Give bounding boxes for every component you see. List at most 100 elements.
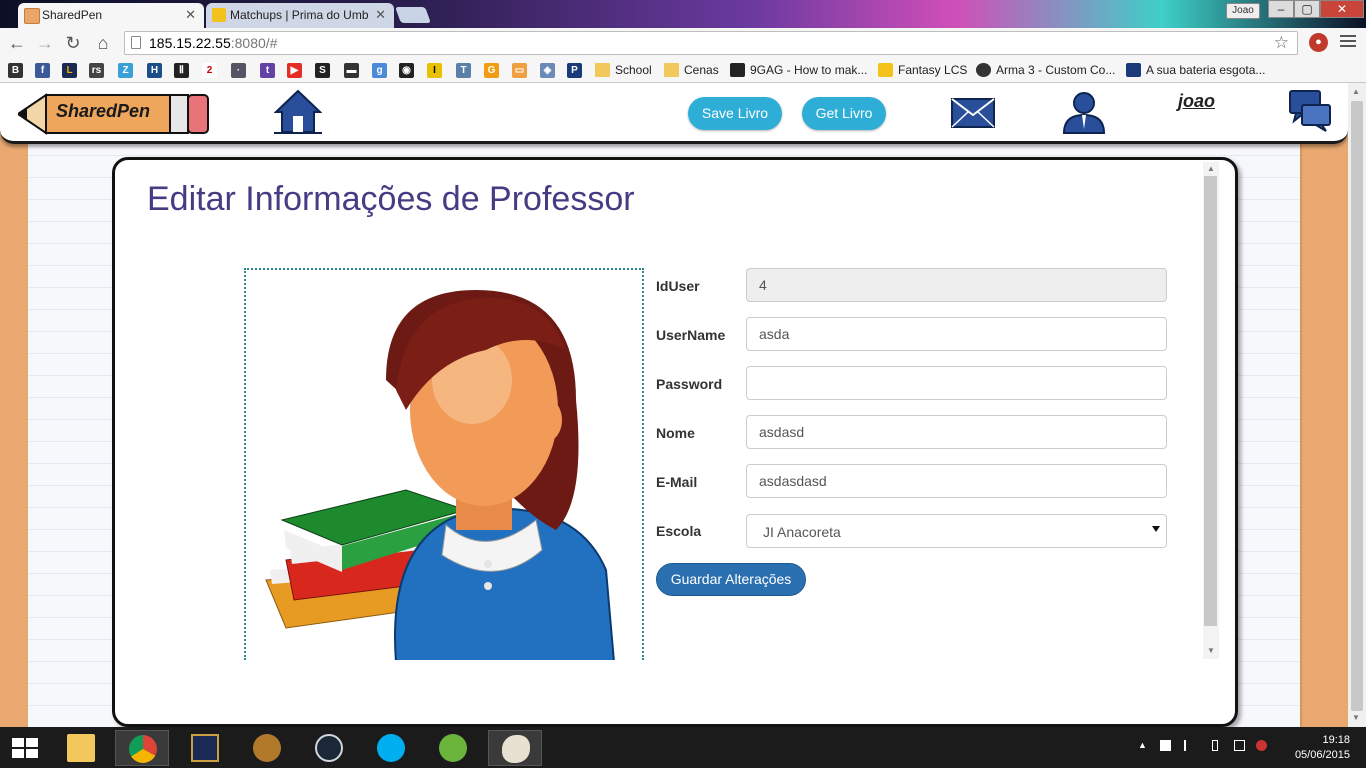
- twitch-icon[interactable]: t: [260, 63, 275, 78]
- iduser-label: IdUser: [656, 278, 700, 294]
- network-icon[interactable]: [1234, 740, 1245, 751]
- clock-date[interactable]: 05/06/2015: [1290, 749, 1350, 761]
- taskbar-steam[interactable]: [302, 730, 356, 766]
- panel-scrollbar[interactable]: ▲ ▼: [1203, 162, 1219, 659]
- scroll-up-icon[interactable]: ▲: [1207, 164, 1215, 173]
- scroll-down-icon[interactable]: ▼: [1207, 646, 1215, 655]
- user-profile-icon[interactable]: [1060, 89, 1108, 135]
- imdb-icon[interactable]: I: [427, 63, 442, 78]
- bookmark-t-icon[interactable]: T: [456, 63, 471, 78]
- bookmark-b-icon[interactable]: B: [8, 63, 23, 78]
- bookmark-s-icon[interactable]: S: [315, 63, 330, 78]
- save-livro-button[interactable]: Save Livro: [688, 97, 782, 130]
- bookmark-flask-icon[interactable]: ◈: [540, 63, 555, 78]
- escola-label: Escola: [656, 523, 702, 539]
- scroll-down-icon[interactable]: ▼: [1352, 713, 1360, 722]
- panel-scroll-thumb[interactable]: [1204, 176, 1217, 626]
- scroll-up-icon[interactable]: ▲: [1352, 87, 1360, 96]
- username-link[interactable]: joao: [1178, 91, 1215, 112]
- password-field[interactable]: [746, 366, 1167, 400]
- page-scrollbar[interactable]: ▲ ▼: [1348, 83, 1366, 727]
- close-tab-icon[interactable]: ✕: [375, 7, 386, 23]
- bookmark-9gag[interactable]: 9GAG - How to mak...: [730, 62, 867, 79]
- bookmark-z-icon[interactable]: Z: [118, 63, 133, 78]
- show-hidden-icons-icon[interactable]: ▲: [1138, 740, 1149, 751]
- folder-icon: [595, 63, 610, 77]
- youtube-icon[interactable]: ▶: [287, 63, 302, 78]
- home-icon[interactable]: [274, 88, 322, 134]
- bookmark-p-icon[interactable]: P: [567, 63, 582, 78]
- address-bar[interactable]: 185.15.22.55:8080/# ☆: [124, 31, 1298, 55]
- fantasy-icon: [878, 63, 893, 77]
- skype-icon: [377, 734, 405, 762]
- bookmark-fantasy-lcs[interactable]: Fantasy LCS: [878, 62, 967, 79]
- bookmark-arma3[interactable]: Arma 3 - Custom Co...: [976, 62, 1115, 79]
- bookmark-h-icon[interactable]: H: [147, 63, 162, 78]
- tab-sharedpen[interactable]: SharedPen ✕: [18, 3, 204, 28]
- rs-icon[interactable]: rs: [89, 63, 104, 78]
- taskbar-hearthstone[interactable]: [240, 730, 294, 766]
- bookmark-2-icon[interactable]: 2: [202, 63, 217, 78]
- forward-icon[interactable]: →: [34, 32, 56, 54]
- page-scroll-thumb[interactable]: [1351, 101, 1363, 711]
- get-livro-button[interactable]: Get Livro: [802, 97, 886, 130]
- close-window-button[interactable]: ✕: [1320, 0, 1364, 18]
- clock-time[interactable]: 19:18: [1290, 734, 1350, 746]
- 9gag-icon: [730, 63, 745, 77]
- bookmark-star-icon[interactable]: ☆: [1274, 33, 1289, 53]
- username-field[interactable]: [746, 317, 1167, 351]
- facebook-icon[interactable]: f: [35, 63, 50, 78]
- nome-label: Nome: [656, 425, 695, 441]
- taskbar-utorrent[interactable]: [426, 730, 480, 766]
- guardar-alteracoes-button[interactable]: Guardar Alterações: [656, 563, 806, 596]
- home-browser-icon[interactable]: ⌂: [92, 32, 114, 54]
- teacher-avatar-icon: [265, 290, 615, 660]
- page-title: Editar Informações de Professor: [147, 180, 635, 218]
- tab-matchups[interactable]: Matchups | Prima do Umb ✕: [206, 3, 394, 28]
- taskbar-chrome[interactable]: [115, 730, 169, 766]
- profile-photo-box[interactable]: [244, 268, 644, 660]
- bookmark-school[interactable]: School: [595, 62, 652, 79]
- chrome-menu-icon[interactable]: [1340, 35, 1356, 50]
- extension-icon[interactable]: ●: [1309, 33, 1328, 52]
- new-tab-button[interactable]: [395, 7, 431, 23]
- maximize-button[interactable]: ▢: [1294, 0, 1320, 18]
- utorrent-icon: [439, 734, 467, 762]
- bookmark-grey-icon[interactable]: ·: [231, 63, 246, 78]
- taskbar-file-explorer[interactable]: [54, 730, 108, 766]
- league-icon: [191, 734, 219, 762]
- url-text: 185.15.22.55:8080/#: [149, 35, 278, 51]
- bookmark-cenas[interactable]: Cenas: [664, 62, 719, 79]
- bookmark-bars-icon[interactable]: Ⅱ: [174, 63, 189, 78]
- volume-muted-icon[interactable]: [1256, 740, 1267, 751]
- google-icon[interactable]: g: [372, 63, 387, 78]
- profile-badge[interactable]: Joao: [1226, 3, 1260, 19]
- battery-icon[interactable]: [1212, 740, 1218, 751]
- minimize-button[interactable]: –: [1268, 0, 1294, 18]
- username-label: UserName: [656, 327, 726, 343]
- close-tab-icon[interactable]: ✕: [185, 7, 196, 23]
- taskbar-league[interactable]: [178, 730, 232, 766]
- reload-icon[interactable]: ↻: [62, 32, 84, 54]
- windows-start-icon[interactable]: [12, 738, 38, 758]
- action-center-icon[interactable]: [1160, 740, 1171, 751]
- folder-icon: [664, 63, 679, 77]
- taskbar-skype[interactable]: [364, 730, 418, 766]
- league-icon[interactable]: L: [62, 63, 77, 78]
- bookmark-g-icon[interactable]: G: [484, 63, 499, 78]
- taskbar-paint[interactable]: [488, 730, 542, 766]
- hearthstone-icon: [253, 734, 281, 762]
- flag-icon[interactable]: [1184, 740, 1197, 751]
- nome-field[interactable]: [746, 415, 1167, 449]
- page-icon: [131, 36, 141, 49]
- email-field[interactable]: [746, 464, 1167, 498]
- bookmark-eye-icon[interactable]: ◉: [399, 63, 414, 78]
- folder-icon: [67, 734, 95, 762]
- bookmark-car-icon[interactable]: ▬: [344, 63, 359, 78]
- escola-select[interactable]: JI Anacoreta: [746, 514, 1167, 548]
- back-icon[interactable]: ←: [6, 32, 28, 54]
- bookmark-bateria[interactable]: A sua bateria esgota...: [1126, 62, 1265, 79]
- mail-icon[interactable]: [950, 95, 996, 131]
- bookmark-chat-icon[interactable]: ▭: [512, 63, 527, 78]
- chat-icon[interactable]: [1286, 87, 1334, 133]
